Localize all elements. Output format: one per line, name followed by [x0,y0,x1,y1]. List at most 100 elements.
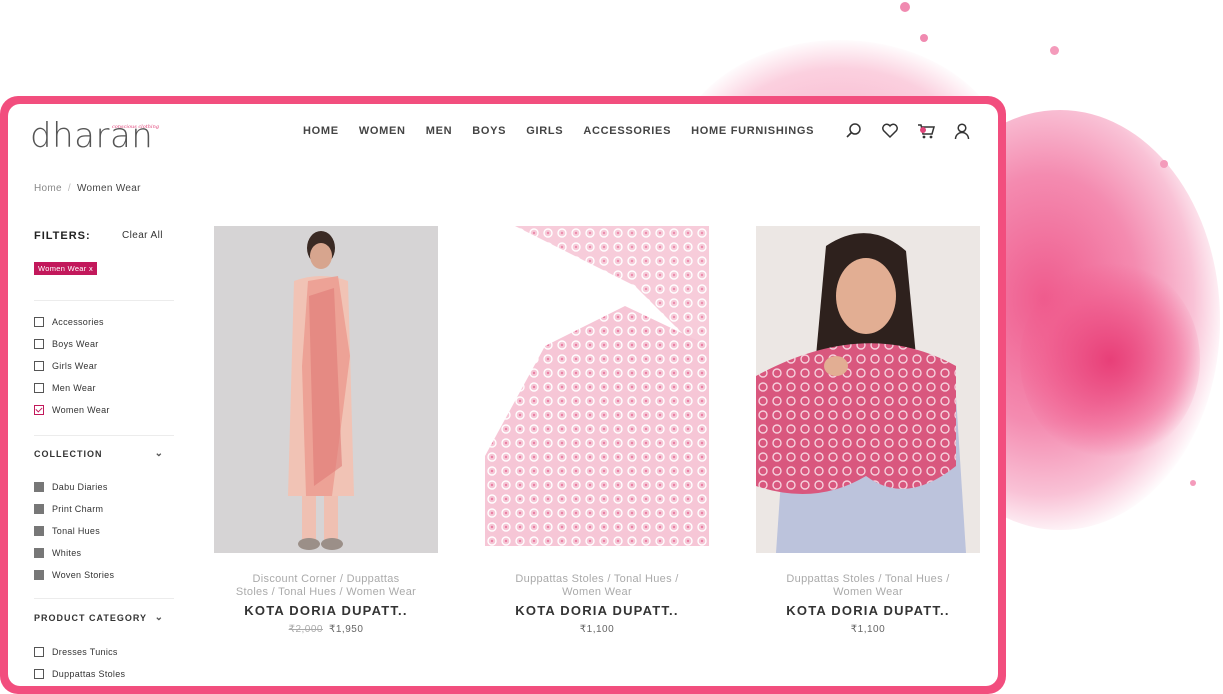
collection-heading[interactable]: COLLECTION ⌄ [34,448,164,459]
filter-women-wear[interactable]: Women Wear [34,399,110,421]
nav-item-boys[interactable]: BOYS [472,125,506,137]
product-title[interactable]: KOTA DORIA DUPATT.. [214,603,438,618]
category-filter-list: Accessories Boys Wear Girls Wear Men Wea… [34,311,110,421]
collection-item[interactable]: Print Charm [34,498,114,520]
collection-label: Woven Stories [52,570,115,580]
filter-duppattas-stoles[interactable]: Duppattas Stoles [34,663,125,685]
filter-girls-wear[interactable]: Girls Wear [34,355,110,377]
current-price: ₹1,100 [579,624,615,635]
swatch[interactable] [34,548,44,558]
tags-line[interactable]: Women Wear [756,586,980,599]
breadcrumb-current: Women Wear [76,183,141,194]
product-tags: Duppattas Stoles / Tonal Hues / Women We… [756,573,980,599]
swatch[interactable] [34,504,44,514]
filter-men-wear[interactable]: Men Wear [34,377,110,399]
checkbox[interactable] [34,361,44,371]
checkbox[interactable] [34,317,44,327]
model-illustration [214,226,438,553]
breadcrumb-separator: / [67,183,71,194]
logo-text: dharan [30,116,154,156]
collection-item[interactable]: Whites [34,542,114,564]
product-tags: Discount Corner / Duppattas Stoles / Ton… [214,573,438,599]
collection-item[interactable]: Woven Stories [34,564,114,586]
chevron-down-icon[interactable]: ⌄ [155,612,164,623]
collection-item[interactable]: Tonal Hues [34,520,114,542]
product-card[interactable]: Duppattas Stoles / Tonal Hues / Women We… [756,226,980,635]
active-filter-chip[interactable]: Women Wear x [34,262,98,275]
checkbox[interactable] [34,647,44,657]
nav-item-home-furnishings[interactable]: HOME FURNISHINGS [691,125,814,137]
cart-icon[interactable] [916,121,936,141]
product-card[interactable]: Discount Corner / Duppattas Stoles / Ton… [214,226,438,635]
divider [34,598,174,599]
product-category-heading[interactable]: PRODUCT CATEGORY ⌄ [34,612,164,623]
logo-tagline: conscious clothing [112,124,160,130]
model-illustration [756,226,980,553]
filter-label: Boys Wear [52,339,99,349]
filter-dresses-tunics[interactable]: Dresses Tunics [34,641,125,663]
product-card[interactable]: Duppattas Stoles / Tonal Hues / Women We… [485,226,709,635]
chevron-down-icon[interactable]: ⌄ [155,448,164,459]
breadcrumb-home[interactable]: Home [34,183,62,194]
product-image[interactable] [756,226,980,553]
nav-item-girls[interactable]: GIRLS [526,125,563,137]
current-price: ₹1,100 [850,624,886,635]
nav-item-home[interactable]: HOME [303,125,339,137]
product-category-heading-label: PRODUCT CATEGORY [34,613,148,623]
product-category-list: Dresses Tunics Duppattas Stoles [34,641,125,685]
product-title[interactable]: KOTA DORIA DUPATT.. [485,603,709,618]
tags-line[interactable]: Discount Corner / Duppattas [214,573,438,586]
collection-label: Whites [52,548,82,558]
product-title[interactable]: KOTA DORIA DUPATT.. [756,603,980,618]
current-price: ₹1,950 [329,624,364,635]
collection-heading-label: COLLECTION [34,449,103,459]
filter-label: Girls Wear [52,361,98,371]
tags-line[interactable]: Women Wear [485,586,709,599]
user-icon[interactable] [952,121,972,141]
product-price: ₹1,100 [756,624,980,635]
tags-line[interactable]: Duppattas Stoles / Tonal Hues / [756,573,980,586]
filter-label: Accessories [52,317,104,327]
swatch[interactable] [34,482,44,492]
filter-label: Men Wear [52,383,96,393]
product-image[interactable] [485,226,709,553]
divider [34,300,174,301]
product-price: ₹1,100 [485,624,709,635]
nav-item-accessories[interactable]: ACCESSORIES [583,125,671,137]
filter-accessories[interactable]: Accessories [34,311,110,333]
breadcrumb: Home / Women Wear [34,183,141,194]
collection-label: Dabu Diaries [52,482,108,492]
checkbox[interactable] [34,383,44,393]
collection-label: Print Charm [52,504,104,514]
filter-label: Duppattas Stoles [52,669,126,679]
swatch[interactable] [34,526,44,536]
swatch[interactable] [34,570,44,580]
nav-item-men[interactable]: MEN [426,125,453,137]
store-page: dharan conscious clothing HOME WOMEN MEN… [8,104,998,686]
old-price: ₹2,000 [288,624,323,635]
collection-item[interactable]: Dabu Diaries [34,476,114,498]
main-nav: HOME WOMEN MEN BOYS GIRLS ACCESSORIES HO… [303,125,834,137]
product-image[interactable] [214,226,438,553]
checkbox[interactable] [34,669,44,679]
search-icon[interactable] [844,121,864,141]
header-icons [844,121,972,141]
collection-label: Tonal Hues [52,526,101,536]
tags-line[interactable]: Stoles / Tonal Hues / Women Wear [214,586,438,599]
filter-label: Women Wear [52,405,110,415]
brand-logo[interactable]: dharan conscious clothing [30,112,170,156]
filter-boys-wear[interactable]: Boys Wear [34,333,110,355]
nav-item-women[interactable]: WOMEN [359,125,406,137]
product-tags: Duppattas Stoles / Tonal Hues / Women We… [485,573,709,599]
fabric-illustration [485,226,709,553]
filters-heading: FILTERS: [34,230,91,242]
clear-all-link[interactable]: Clear All [122,230,163,241]
checkbox[interactable] [34,339,44,349]
filter-label: Dresses Tunics [52,647,118,657]
divider [34,435,174,436]
collection-filter-list: Dabu Diaries Print Charm Tonal Hues Whit… [34,476,114,586]
heart-icon[interactable] [880,121,900,141]
product-price: ₹2,000 ₹1,950 [214,624,438,635]
checkbox-checked[interactable] [34,405,44,415]
tags-line[interactable]: Duppattas Stoles / Tonal Hues / [485,573,709,586]
